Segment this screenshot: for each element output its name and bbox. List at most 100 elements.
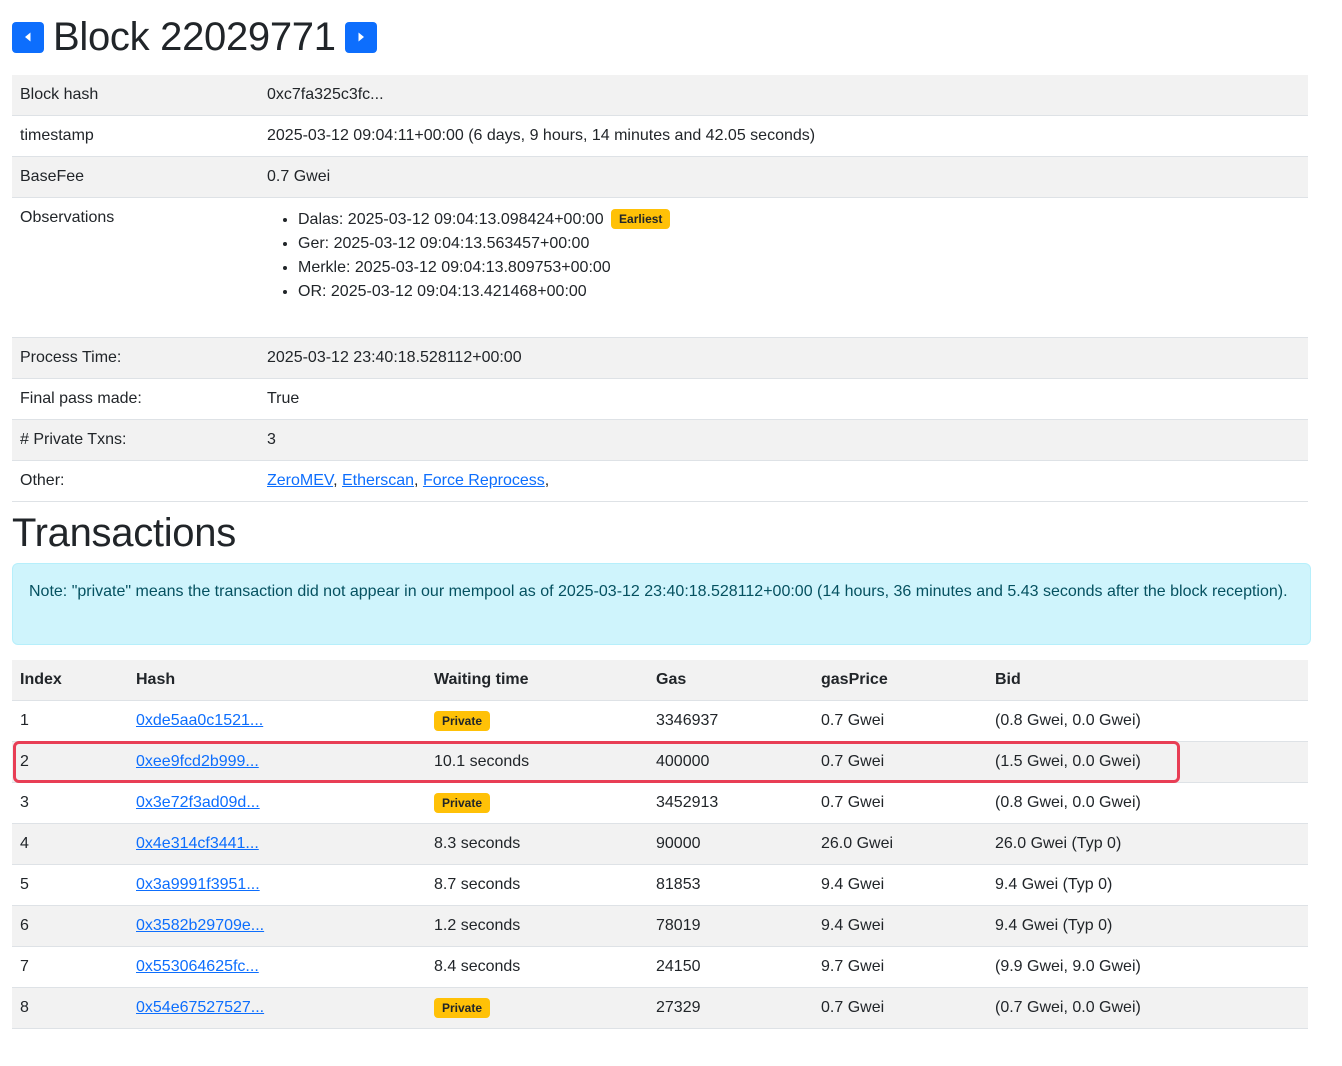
page: Block 22029771 Block hash 0xc7fa325c3fc.… [0,0,1342,1066]
table-row: 4 0x4e314cf3441... 8.3 seconds 90000 26.0 Gw… [12,823,1308,865]
cell-gas: 78019 [648,905,813,947]
cell-hash: 0xde5aa0c1521... [128,700,426,742]
table-header-row: Index Hash Waiting time Gas gasPrice Bid [12,660,1308,701]
info-row-other: Other: ZeroMEV, Etherscan, Force Reproce… [12,460,1308,502]
cell-hash: 0x553064625fc... [128,946,426,988]
cell-waiting-time: 8.7 seconds [426,864,648,906]
column-header-bid: Bid [987,660,1308,701]
cell-hash: 0x3e72f3ad09d... [128,782,426,824]
prev-block-button[interactable] [12,21,44,53]
cell-hash: 0x4e314cf3441... [128,823,426,865]
cell-gas: 27329 [648,987,813,1029]
tx-hash-link[interactable]: 0xde5aa0c1521... [136,712,263,729]
cell-gas-price: 0.7 Gwei [813,782,987,824]
info-label: BaseFee [12,156,259,198]
cell-waiting-time: 8.3 seconds [426,823,648,865]
cell-hash: 0x3a9991f3951... [128,864,426,906]
transactions-heading: Transactions [12,511,236,555]
observation-text: Merkle: 2025-03-12 09:04:13.809753+00:00 [298,259,611,276]
cell-gas-price: 0.7 Gwei [813,987,987,1029]
table-row: 1 0xde5aa0c1521... Private 3346937 0.7 Gwei(… [12,700,1308,742]
observation-item: Dalas: 2025-03-12 09:04:13.098424+00:00 … [298,208,1300,232]
next-block-button[interactable] [344,21,377,53]
private-badge: Private [434,998,491,1018]
cell-gas-price: 0.7 Gwei [813,741,987,783]
table-row: 2 0xee9fcd2b999... 10.1 seconds 400000 0.7 G… [12,741,1308,783]
tx-hash-link[interactable]: 0x553064625fc... [136,958,259,975]
observation-text: OR: 2025-03-12 09:04:13.421468+00:00 [298,283,587,300]
tx-hash-link[interactable]: 0x3e72f3ad09d... [136,794,260,811]
info-row-process-time: Process Time: 2025-03-12 23:40:18.528112… [12,337,1308,379]
zeromev-link[interactable]: ZeroMEV [267,472,333,489]
caret-right-icon [358,32,364,42]
observation-text: Ger: 2025-03-12 09:04:13.563457+00:00 [298,235,590,252]
column-header-waiting-time: Waiting time [426,660,648,701]
cell-waiting-time: 1.2 seconds [426,905,648,947]
link-separator: , [414,472,423,489]
info-row-timestamp: timestamp 2025-03-12 09:04:11+00:00 (6 d… [12,115,1308,157]
tx-hash-link[interactable]: 0x3582b29709e... [136,917,264,934]
info-row-private-txns: # Private Txns: 3 [12,419,1308,461]
cell-bid: (0.8 Gwei, 0.0 Gwei) [987,782,1308,824]
cell-index: 5 [12,864,128,906]
info-row-block-hash: Block hash 0xc7fa325c3fc... [12,75,1308,116]
cell-waiting-time: 8.4 seconds [426,946,648,988]
cell-index: 2 [12,741,128,783]
cell-bid: 26.0 Gwei (Typ 0) [987,823,1308,865]
cell-index: 4 [12,823,128,865]
tx-hash-link[interactable]: 0x4e314cf3441... [136,835,259,852]
table-row: 3 0x3e72f3ad09d... Private 3452913 0.7 Gwei(… [12,782,1308,824]
table-row: 7 0x553064625fc... 8.4 seconds 24150 9.7 Gwe… [12,946,1308,988]
cell-gas-price: 0.7 Gwei [813,700,987,742]
table-row: 8 0x54e67527527... Private 27329 0.7 Gwei (0.… [12,987,1308,1029]
cell-gas: 3346937 [648,700,813,742]
observations-cell: Dalas: 2025-03-12 09:04:13.098424+00:00 … [259,197,1308,338]
cell-waiting-time: Private [426,782,648,824]
tx-hash-link[interactable]: 0xee9fcd2b999... [136,753,259,770]
table-row: 5 0x3a9991f3951... 8.7 seconds 81853 9.4 Gwe… [12,864,1308,906]
info-label: Block hash [12,75,259,116]
etherscan-link[interactable]: Etherscan [342,472,414,489]
link-trailing-comma: , [544,472,550,489]
cell-gas: 24150 [648,946,813,988]
cell-gas: 81853 [648,864,813,906]
info-label: Observations [12,197,259,338]
block-info-table: Block hash 0xc7fa325c3fc... timestamp 20… [12,75,1308,502]
cell-waiting-time: Private [426,700,648,742]
info-label: Process Time: [12,337,259,379]
block-hash-value: 0xc7fa325c3fc... [259,75,1308,116]
title-row: Block 22029771 [12,12,377,62]
table-row: 6 0x3582b29709e... 1.2 seconds 78019 9.4 Gwe… [12,905,1308,947]
info-label: Final pass made: [12,378,259,420]
transactions-body: 1 0xde5aa0c1521... Private 3346937 0.7 Gwei(… [12,700,1308,1029]
column-header-gasprice: gasPrice [813,660,987,701]
private-txns-value: 3 [259,419,1308,461]
private-note-alert: Note: "private" means the transaction di… [12,563,1311,645]
column-header-gas: Gas [648,660,813,701]
force-reprocess-link[interactable]: Force Reprocess [423,472,545,489]
private-badge: Private [434,711,491,731]
cell-gas-price: 9.7 Gwei [813,946,987,988]
info-label: # Private Txns: [12,419,259,461]
cell-hash: 0x54e67527527... [128,987,426,1029]
info-row-observations: Observations Dalas: 2025-03-12 09:04:13.… [12,197,1308,338]
observation-text: Dalas: 2025-03-12 09:04:13.098424+00:00 [298,211,604,228]
cell-gas: 3452913 [648,782,813,824]
tx-hash-link[interactable]: 0x3a9991f3951... [136,876,260,893]
cell-index: 1 [12,700,128,742]
cell-index: 7 [12,946,128,988]
tx-hash-link[interactable]: 0x54e67527527... [136,999,264,1016]
cell-bid: (9.9 Gwei, 9.0 Gwei) [987,946,1308,988]
earliest-badge: Earliest [611,209,671,229]
cell-gas: 90000 [648,823,813,865]
final-pass-value: True [259,378,1308,420]
cell-index: 6 [12,905,128,947]
observation-item: Ger: 2025-03-12 09:04:13.563457+00:00 [298,232,1300,256]
cell-index: 3 [12,782,128,824]
observations-list: Dalas: 2025-03-12 09:04:13.098424+00:00 … [267,208,1300,304]
cell-waiting-time: Private [426,987,648,1029]
process-time-value: 2025-03-12 23:40:18.528112+00:00 [259,337,1308,379]
basefee-value: 0.7 Gwei [259,156,1308,198]
info-label: timestamp [12,115,259,157]
cell-gas-price: 26.0 Gwei [813,823,987,865]
